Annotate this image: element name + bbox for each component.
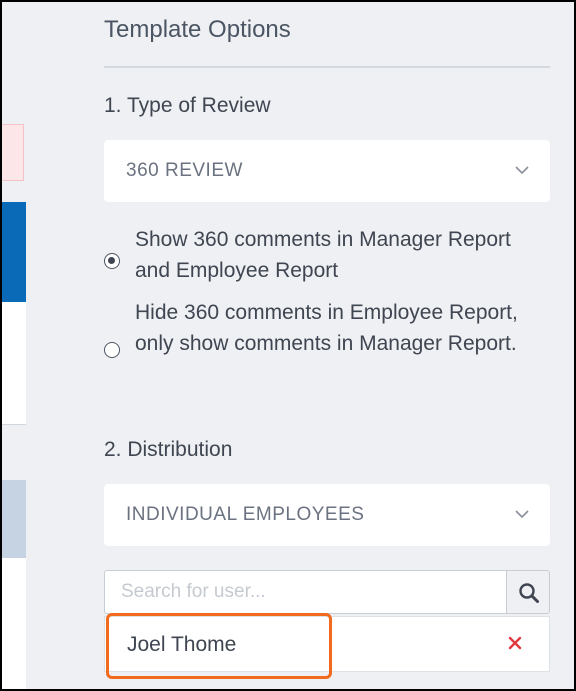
left-panel-edge: [2, 2, 26, 689]
review-type-heading: 1. Type of Review: [104, 94, 271, 117]
search-input[interactable]: [104, 570, 506, 614]
review-type-select[interactable]: 360 REVIEW: [104, 140, 550, 202]
distribution-select[interactable]: INDIVIDUAL EMPLOYEES: [104, 484, 550, 546]
radio-hide-360-comments[interactable]: Hide 360 comments in Employee Report, on…: [104, 297, 550, 391]
left-card-fragment: [2, 302, 26, 425]
review-type-value: 360 REVIEW: [126, 160, 243, 181]
chevron-down-icon: [510, 158, 534, 182]
chevron-down-icon: [510, 502, 534, 526]
user-search: [104, 570, 550, 614]
selected-user-name: Joel Thome: [127, 633, 237, 656]
close-icon[interactable]: [503, 631, 527, 655]
left-list-fragment: [2, 558, 26, 689]
title-divider: [104, 66, 550, 68]
left-header-fragment: [2, 480, 26, 558]
left-alert-fragment: [2, 124, 24, 181]
panel-title: Template Options: [104, 16, 291, 43]
radio-show-360-comments[interactable]: Show 360 comments in Manager Report and …: [104, 224, 550, 288]
distribution-heading: 2. Distribution: [104, 438, 233, 461]
radio-button-unchecked[interactable]: [104, 342, 120, 358]
radio-hide-label: Hide 360 comments in Employee Report, on…: [135, 301, 518, 355]
radio-button-checked[interactable]: [104, 253, 120, 269]
search-button[interactable]: [506, 570, 550, 614]
selected-user-row: Joel Thome: [104, 616, 550, 672]
left-active-item-fragment[interactable]: [2, 202, 26, 302]
distribution-value: INDIVIDUAL EMPLOYEES: [126, 504, 365, 525]
radio-show-label: Show 360 comments in Manager Report and …: [135, 228, 511, 282]
app-frame: Template Options 1. Type of Review 360 R…: [0, 0, 576, 691]
